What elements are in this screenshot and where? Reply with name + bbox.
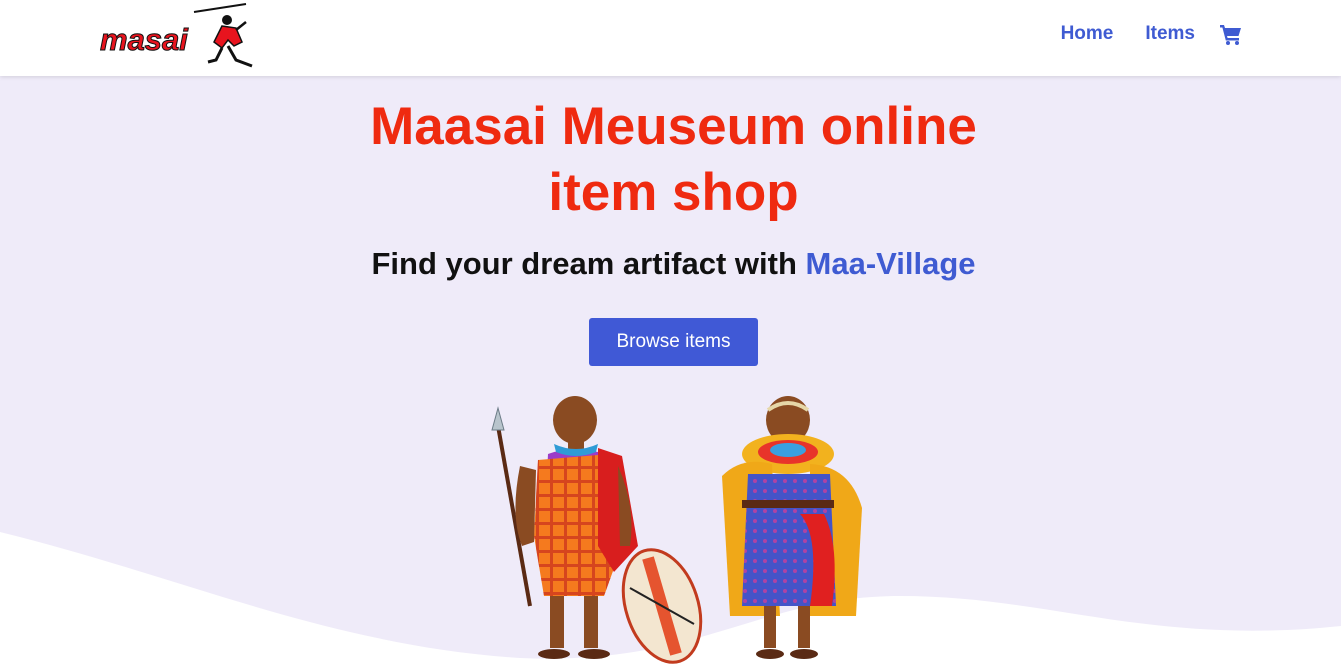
logo-wordmark: masai bbox=[100, 22, 189, 57]
hero-subtitle-brand: Maa-Village bbox=[805, 246, 976, 281]
masai-logo-icon: masai masai bbox=[99, 3, 253, 68]
nav-home-link[interactable]: Home bbox=[1061, 23, 1114, 45]
shopping-cart-icon[interactable] bbox=[1219, 22, 1243, 46]
nav-items-link[interactable]: Items bbox=[1145, 23, 1195, 45]
hero-section: Maasai Meuseum online item shop Find you… bbox=[0, 76, 1341, 665]
hero-subtitle-text: Find your dream artifact with bbox=[371, 246, 806, 281]
maasai-woman-figure bbox=[722, 396, 862, 659]
maasai-couple-illustration bbox=[491, 396, 862, 664]
masai-logo[interactable]: masai masai bbox=[96, 2, 260, 70]
navbar: masai masai Home Items bbox=[0, 0, 1341, 76]
nav-links: Home Items bbox=[1061, 22, 1243, 46]
hero-title: Maasai Meuseum online item shop bbox=[370, 97, 977, 222]
hero-subtitle: Find your dream artifact with Maa-Villag… bbox=[270, 246, 1077, 282]
browse-items-button[interactable]: Browse items bbox=[589, 318, 758, 366]
maasai-man-figure bbox=[491, 396, 703, 664]
